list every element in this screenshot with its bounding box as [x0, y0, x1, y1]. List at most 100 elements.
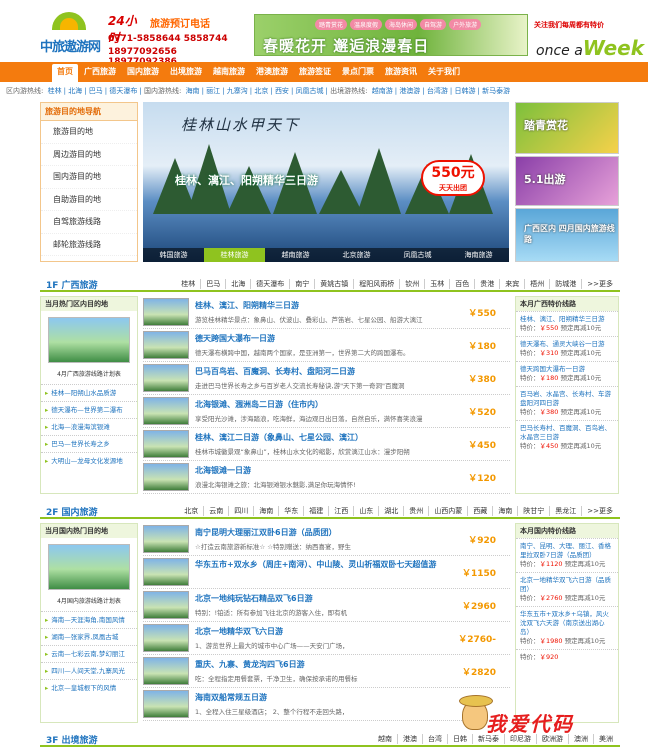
subnav-link[interactable]: 台湾游: [427, 87, 448, 95]
section-link[interactable]: 台湾: [422, 734, 447, 744]
tour-title[interactable]: 北海银滩、涠洲岛二日游（住市内）: [195, 399, 323, 410]
slide-tab-active[interactable]: 桂林旅游: [204, 248, 265, 262]
tour-thumbnail[interactable]: [143, 657, 189, 685]
section-link[interactable]: 程阳风雨桥: [353, 279, 399, 289]
tour-thumbnail[interactable]: [143, 331, 189, 359]
section-link[interactable]: 四川: [228, 506, 253, 516]
hero-slideshow[interactable]: 桂林山水甲天下 桂林、漓江、阳朔精华三日游 550元 天天出团 韩国旅游 桂林旅…: [143, 102, 509, 262]
tour-thumbnail[interactable]: [143, 591, 189, 619]
destination-menu-item[interactable]: 旅游目的地: [41, 121, 137, 144]
section-link[interactable]: 防城港: [549, 279, 581, 289]
section-link[interactable]: 港澳: [397, 734, 422, 744]
section-link[interactable]: 山东: [353, 506, 378, 516]
price-item[interactable]: 德天跨国大瀑布一日游 特价：￥180 预定再减10元: [516, 361, 618, 386]
subnav-link[interactable]: 丽江: [206, 87, 220, 95]
destination-menu-item[interactable]: 自助游目的地: [41, 189, 137, 211]
tour-thumbnail[interactable]: [143, 430, 189, 458]
tour-row[interactable]: 桂林、漓江、阳朔精华三日游 游览桂林精华景点：象鼻山、伏波山、叠彩山、芦笛岩、七星…: [143, 296, 510, 329]
slide-tab[interactable]: 北京旅游: [326, 248, 387, 262]
tour-thumbnail[interactable]: [143, 298, 189, 326]
nav-item-visa[interactable]: 旅游签证: [294, 62, 336, 82]
list-item[interactable]: 巴马—世界长寿之乡: [41, 435, 137, 452]
section-link[interactable]: 贵州: [403, 506, 428, 516]
subnav-link[interactable]: 海南: [186, 87, 200, 95]
tour-row[interactable]: 北京一地纯玩钻石精品双飞6日游 特别：!铂适：所有参加飞往北京的游客入住，即有机 ￥…: [143, 589, 510, 622]
tour-row[interactable]: 北京一地精华双飞六日游 1、游览世界上最大的城市中心广场——天安门广场， ￥2760…: [143, 622, 510, 655]
slide-tab[interactable]: 凤凰古城: [387, 248, 448, 262]
price-item[interactable]: 巴马长寿村、百魔洞、百鸟岩、水晶宫三日游 特价：￥450 预定再减10元: [516, 420, 618, 454]
tour-thumbnail[interactable]: [143, 558, 189, 586]
subnav-link[interactable]: 西安: [275, 87, 289, 95]
subnav-link[interactable]: 日韩游: [455, 87, 476, 95]
tour-title[interactable]: 德天跨国大瀑布一日游: [195, 333, 275, 344]
tour-title[interactable]: 北海银滩一日游: [195, 465, 251, 476]
sidebox-caption[interactable]: 4月广西旅游线路计划表: [41, 369, 137, 378]
slide-tab[interactable]: 韩国旅游: [143, 248, 204, 262]
destination-menu-item[interactable]: 周边游目的地: [41, 144, 137, 166]
list-item[interactable]: 德天瀑布—世界第二瀑布: [41, 401, 137, 418]
section-link[interactable]: 福建: [303, 506, 328, 516]
section-link[interactable]: 北京: [179, 506, 203, 516]
price-item[interactable]: 北京一地精华双飞六日游（品质团） 特价：￥2760 预定再减10元: [516, 572, 618, 606]
tour-row[interactable]: 重庆、九寨、黄龙沟四飞6日游 吃：全程指定用餐套票，千净卫生，确保按承诺的用餐标 ￥…: [143, 655, 510, 688]
tour-row[interactable]: 海南双船常规五日游 1、全程入住三星级酒店； 2、整个行程不走回头路，: [143, 688, 510, 721]
promo-guangxi-routes[interactable]: 广西区内 四月国内旅游线路: [515, 208, 619, 262]
slide-tab[interactable]: 越南旅游: [265, 248, 326, 262]
price-item-name[interactable]: 南宁、昆明、大理、丽江、香格里拉双卧7日游（品质团）: [520, 542, 614, 560]
tour-title[interactable]: 重庆、九寨、黄龙沟四飞6日游: [195, 659, 305, 670]
destination-menu-item[interactable]: 自驾旅游线路: [41, 211, 137, 234]
section-link[interactable]: 越南: [373, 734, 397, 744]
section-link[interactable]: 桂林: [176, 279, 200, 289]
price-item-name[interactable]: 华东五市+双水乡+乌镇，风火沈双飞六天游（南京送出湖心岛）: [520, 610, 614, 637]
subnav-link[interactable]: 越南游: [372, 87, 393, 95]
tour-title[interactable]: 巴马百鸟岩、百魔洞、长寿村、盘阳河二日游: [195, 366, 355, 377]
section-link[interactable]: 陕甘宁: [517, 506, 549, 516]
tour-row[interactable]: 北海银滩、涠洲岛二日游（住市内） 享受阳光沙滩，涉海踏浪，吃海鲜，海边观日出日落，…: [143, 395, 510, 428]
nav-item-news[interactable]: 旅游资讯: [380, 62, 422, 82]
once-a-week-promo[interactable]: 关注我们每周都有特价 once aWeek: [530, 18, 644, 60]
section-link[interactable]: 玉林: [424, 279, 449, 289]
promo-spring[interactable]: 踏青赏花: [515, 102, 619, 154]
tour-thumbnail[interactable]: [143, 525, 189, 553]
price-item-name[interactable]: 北京一地精华双飞六日游（品质团）: [520, 576, 614, 594]
section-link[interactable]: 贵港: [474, 279, 499, 289]
section-more-link[interactable]: >>更多: [581, 506, 618, 516]
price-item-name[interactable]: 德天跨国大瀑布一日游: [520, 365, 614, 374]
section-link[interactable]: 云南: [203, 506, 228, 516]
subnav-link[interactable]: 新马泰游: [482, 87, 510, 95]
subnav-link[interactable]: 北海: [68, 87, 82, 95]
tour-title[interactable]: 桂林、漓江、阳朔精华三日游: [195, 300, 299, 311]
section-link[interactable]: 德天瀑布: [250, 279, 289, 289]
section-link[interactable]: 黑龙江: [549, 506, 581, 516]
section-link[interactable]: 江西: [328, 506, 353, 516]
tour-thumbnail[interactable]: [143, 624, 189, 652]
promo-mayday[interactable]: 5.1出游: [515, 156, 619, 206]
slide-tab[interactable]: 海南旅游: [448, 248, 509, 262]
section-link[interactable]: 美洲: [593, 734, 618, 744]
price-item[interactable]: 华东五市+双水乡+乌镇，风火沈双飞六天游（南京送出湖心岛） 特价：￥1980 预定…: [516, 606, 618, 649]
subnav-link[interactable]: 桂林: [48, 87, 62, 95]
tour-row[interactable]: 华东五市+双水乡（周庄+南浔）、中山陵、灵山祈福双卧七天超值游 ￥1150: [143, 556, 510, 589]
destination-menu-item[interactable]: 邮轮旅游线路: [41, 234, 137, 256]
list-item[interactable]: 桂林—阳朔山水品质游: [41, 384, 137, 401]
nav-item-domestic[interactable]: 国内旅游: [122, 62, 164, 82]
section-link[interactable]: 钦州: [399, 279, 424, 289]
price-item[interactable]: 德天瀑布、通灵大峡谷一日游 特价：￥310 预定再减10元: [516, 336, 618, 361]
section-link[interactable]: 巴马: [200, 279, 225, 289]
subnav-link[interactable]: 德天瀑布: [109, 87, 137, 95]
price-item[interactable]: 南宁、昆明、大理、丽江、香格里拉双卧7日游（品质团） 特价：￥1120 预定再减1…: [516, 538, 618, 572]
tour-title[interactable]: 华东五市+双水乡（周庄+南浔）、中山陵、灵山祈福双卧七天超值游: [195, 560, 455, 570]
section-link[interactable]: 梧州: [524, 279, 549, 289]
list-item[interactable]: 湖南—张家界,凤凰古城: [41, 628, 137, 645]
tour-row[interactable]: 德天跨国大瀑布一日游 德天瀑布横跨中国，越南两个国家，是亚洲第一，世界第二大的跨国…: [143, 329, 510, 362]
tour-title[interactable]: 海南双船常规五日游: [195, 692, 267, 703]
destination-menu-item[interactable]: 国内游目的地: [41, 166, 137, 189]
subnav-link[interactable]: 巴马: [89, 87, 103, 95]
site-logo[interactable]: 中旅遨游网: [40, 10, 102, 58]
tour-row[interactable]: 北海银滩一日游 浪漫北海银滩之旅：北海银滩银水魅影,满足你玩海情怀! ￥120: [143, 461, 510, 494]
section-link[interactable]: 日韩: [447, 734, 472, 744]
price-item[interactable]: 桂林、漓江、阳朔精华三日游 特价：￥550 预定再减10元: [516, 311, 618, 336]
nav-item-about[interactable]: 关于我们: [423, 62, 465, 82]
section-link[interactable]: 海南: [492, 506, 517, 516]
section-link[interactable]: 湖北: [378, 506, 403, 516]
